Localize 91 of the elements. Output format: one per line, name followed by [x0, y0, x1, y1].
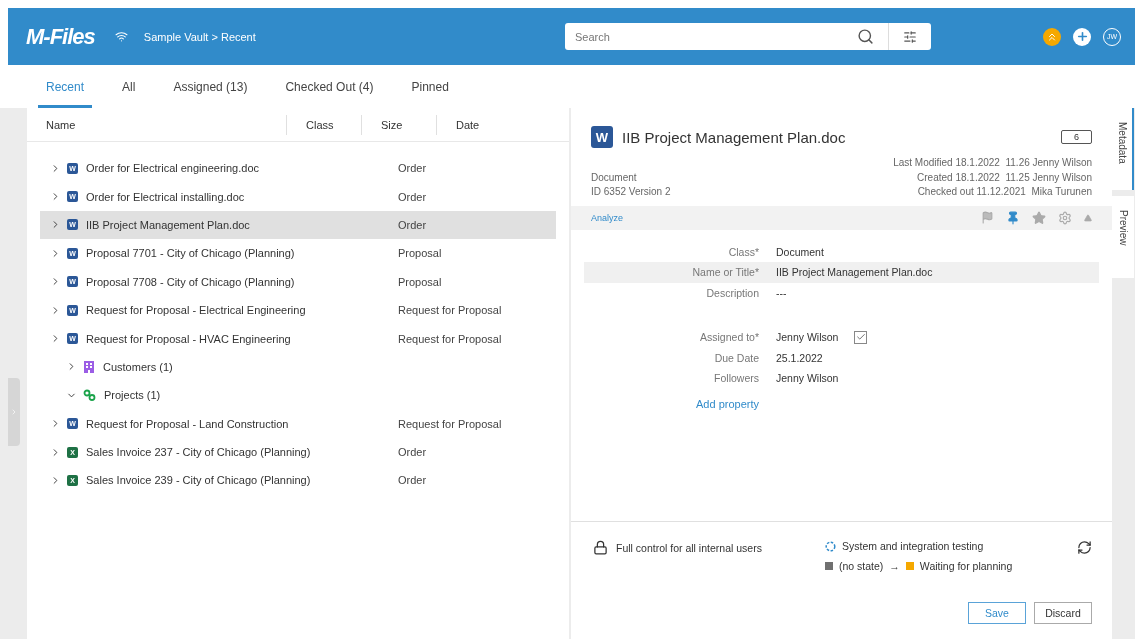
property-label: Assigned to*	[699, 331, 759, 344]
tab[interactable]: Assigned (13)	[165, 65, 256, 108]
item-class: Order	[398, 190, 427, 203]
tab[interactable]: Checked Out (4)	[277, 65, 382, 108]
property-label: Description	[705, 286, 759, 299]
property-value: 25.1.2022	[776, 351, 823, 364]
item-class: Order	[398, 474, 427, 487]
side-tab[interactable]: Metadata	[1112, 108, 1134, 190]
item-name: Sales Invoice 239 - City of Chicago (Planning)	[86, 474, 312, 487]
search-bar[interactable]: Search	[565, 23, 931, 50]
refresh-icon[interactable]	[1077, 540, 1092, 555]
property-label: Class*	[727, 245, 759, 258]
word-file-icon: W	[591, 126, 613, 148]
star-icon[interactable]	[1032, 210, 1046, 225]
panel-handle[interactable]	[8, 378, 20, 446]
item-class: Request for Proposal	[398, 417, 502, 430]
settings-icon[interactable]	[1058, 210, 1072, 225]
item-class: Proposal	[398, 247, 442, 260]
state-label: (no state)	[839, 560, 884, 572]
pin-icon[interactable]	[1006, 210, 1020, 225]
chevron-icon[interactable]	[50, 247, 61, 259]
item-class: Request for Proposal	[398, 304, 502, 317]
wifi-icon	[114, 30, 128, 43]
item-class: Order	[398, 162, 427, 175]
item-name: Proposal 7708 - City of Chicago (Planning)	[86, 275, 296, 288]
item-class: Proposal	[398, 275, 442, 288]
property-value: Document	[776, 245, 824, 258]
permissions-text: Full control for all internal users	[616, 541, 762, 554]
tab[interactable]: Pinned	[403, 65, 457, 108]
side-tab[interactable]: Preview	[1112, 196, 1134, 278]
item-name: IIB Project Management Plan.doc	[86, 218, 251, 231]
property-label: Due Date	[713, 351, 759, 364]
item-class: Request for Proposal	[398, 332, 502, 345]
item-name: Request for Proposal - Electrical Engineering	[86, 304, 307, 317]
item-name: Request for Proposal - HVAC Engineering	[86, 332, 292, 345]
property-row[interactable]: Assigned to* Jenny Wilson	[584, 327, 1099, 348]
property-row[interactable]: Class* Document	[584, 241, 1099, 262]
flag-icon[interactable]	[981, 211, 994, 224]
column-header[interactable]: Name	[27, 114, 286, 135]
column-header[interactable]: Date	[436, 114, 569, 135]
property-label: Followers	[713, 372, 759, 385]
workflow-name: System and integration testing	[842, 540, 984, 552]
analyze-link[interactable]: Analyze	[591, 212, 624, 223]
breadcrumb: Sample Vault > Recent	[143, 30, 256, 43]
history-line: Last Modified 18.1.2022 11.26 Jenny Wilson	[893, 156, 1092, 170]
property-value: IIB Project Management Plan.doc	[776, 266, 933, 279]
check-icon	[855, 332, 866, 343]
checkbox[interactable]	[854, 330, 868, 344]
item-class: Order	[398, 218, 427, 231]
tab[interactable]: All	[114, 65, 144, 108]
discard-button[interactable]: Discard	[1034, 601, 1092, 624]
property-row[interactable]: Description ---	[584, 282, 1099, 303]
item-name: Order for Electrical installing.doc	[86, 190, 246, 203]
item-name: Sales Invoice 237 - City of Chicago (Planning)	[86, 446, 312, 459]
property-row[interactable]: Name or Title* IIB Project Management Plan.doc	[584, 262, 1099, 283]
logo: M-Files	[26, 23, 95, 50]
building-icon	[83, 360, 95, 373]
property-value: Jenny Wilson	[776, 331, 839, 344]
workflow-icon	[825, 540, 836, 552]
search-icon[interactable]	[857, 28, 874, 45]
document-type: Document	[591, 170, 637, 185]
save-button[interactable]: Save	[968, 601, 1026, 624]
property-value: ---	[776, 286, 787, 299]
item-name: Proposal 7701 - City of Chicago (Planning)	[86, 247, 296, 260]
history-line: Created 18.1.2022 11.25 Jenny Wilson	[917, 170, 1092, 185]
column-header[interactable]: Class	[286, 114, 361, 135]
document-id: ID 6352 Version 2	[591, 185, 671, 199]
property-value: Jenny Wilson	[776, 372, 839, 385]
state-label: Waiting for planning	[919, 560, 1013, 572]
column-header[interactable]: Size	[361, 114, 436, 135]
list-row[interactable]: Customers (1)	[40, 352, 556, 382]
item-name: Projects (1)	[104, 389, 162, 402]
list-row[interactable]: Projects (1)	[40, 381, 556, 410]
item-name: Order for Electrical engineering.doc	[86, 162, 261, 175]
search-field[interactable]: Search	[565, 23, 857, 50]
property-label: Name or Title*	[691, 266, 759, 279]
add-icon[interactable]	[1073, 27, 1091, 46]
comment-count[interactable]: 6	[1061, 130, 1092, 144]
property-row[interactable]: Followers Jenny Wilson	[584, 368, 1099, 389]
collapse-icon[interactable]	[1084, 213, 1092, 222]
property-row[interactable]: Due Date 25.1.2022	[584, 347, 1099, 368]
notification-icon[interactable]	[1043, 27, 1061, 46]
item-class: Order	[398, 446, 427, 459]
item-name: Request for Proposal - Land Construction	[86, 417, 290, 430]
gears-icon	[83, 389, 96, 402]
history-line: Checked out 11.12.2021 Mika Turunen	[917, 185, 1092, 199]
item-name: Customers (1)	[103, 360, 174, 373]
document-title: IIB Project Management Plan.doc	[622, 128, 846, 146]
lock-icon	[593, 540, 608, 555]
arrow: →	[889, 560, 900, 572]
add-property-link[interactable]: Add property	[584, 397, 759, 410]
